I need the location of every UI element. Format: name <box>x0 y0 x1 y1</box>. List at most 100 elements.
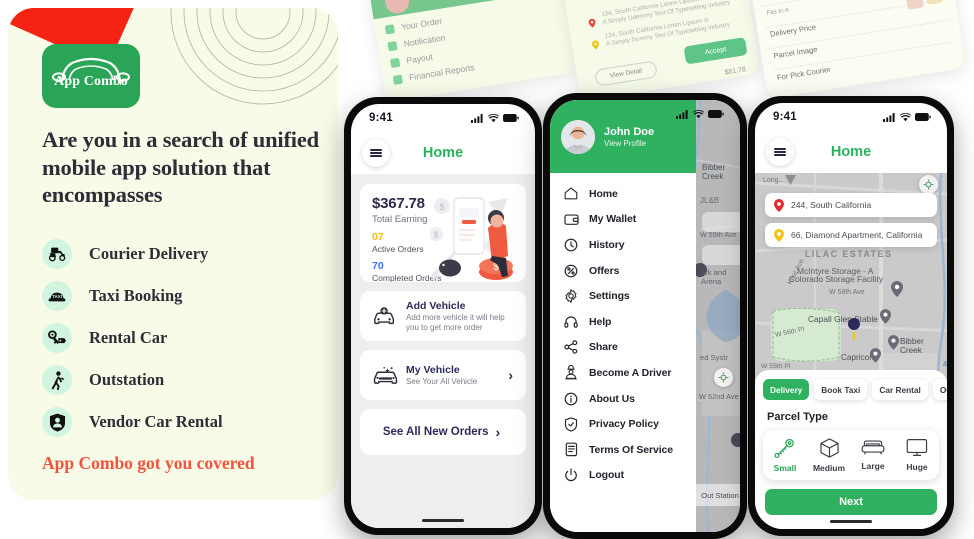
cellular-bars-icon <box>883 112 895 122</box>
menu-item-label: Terms Of Service <box>589 443 673 456</box>
menu-item-label: Share <box>589 341 618 354</box>
shield-check-icon <box>563 417 579 432</box>
poster-canvas: Your Order Notification Payout Financial… <box>0 0 974 539</box>
dropoff-address-field[interactable]: 66, Diamond Apartment, California <box>765 223 937 247</box>
wifi-icon <box>488 113 499 122</box>
share-nodes-icon <box>563 340 579 355</box>
add-vehicle-title: Add Vehicle <box>406 299 466 312</box>
taxi-sign-icon: TAXI <box>42 281 72 311</box>
menu-item-offers[interactable]: Offers <box>563 258 696 284</box>
chevron-right-icon: › <box>508 367 513 383</box>
next-button[interactable]: Next <box>765 489 937 515</box>
logo-text: App Combo <box>54 74 128 89</box>
earnings-card: $367.78 Total Earning 07 Active Orders 7… <box>360 184 526 282</box>
bg-accept-button: Accept <box>683 37 748 65</box>
battery-full-icon <box>503 114 519 122</box>
my-vehicle-title: My Vehicle <box>406 363 460 376</box>
see-all-new-orders-button[interactable]: See All New Orders › <box>360 409 526 455</box>
home-indicator <box>422 519 464 522</box>
wallet-icon <box>563 213 579 226</box>
menu-item-label: Home <box>589 187 618 200</box>
menu-item-my-wallet[interactable]: My Wallet <box>563 207 696 233</box>
my-vehicle-subtitle: See Your All Vehicle <box>406 376 478 386</box>
map-view[interactable]: Keat Ave Long.. LILAC ESTATES McIntyre S… <box>755 173 947 529</box>
svg-text:$: $ <box>434 231 439 240</box>
cellular-bars-icon <box>676 109 688 119</box>
menu-item-help[interactable]: Help <box>563 309 696 335</box>
bg-detail-screen: $81. Date 04/01/2024 Fits In A Delivery … <box>748 0 966 99</box>
map-pin-icon <box>880 309 891 324</box>
map-pin-icon <box>888 335 899 350</box>
bg-detail-label: Fits In A <box>766 6 790 17</box>
service-tabs: Delivery Book Taxi Car Rental Out Statio… <box>755 379 947 400</box>
feature-label: Outstation <box>89 370 165 389</box>
booking-bottom-sheet: Delivery Book Taxi Car Rental Out Statio… <box>755 370 947 529</box>
crosshair-icon[interactable] <box>919 175 938 194</box>
menu-item-label: Logout <box>589 469 624 482</box>
wifi-icon <box>693 109 704 118</box>
parcel-type-small[interactable]: Small <box>763 438 807 473</box>
bg-orders-screen: 124, South California Lorem Lipsum Is A … <box>561 0 761 102</box>
chevron-right-icon: › <box>495 424 501 440</box>
feature-label: Rental Car <box>89 328 168 347</box>
bg-menu-item: Notification <box>403 32 447 49</box>
menu-item-become-a-driver[interactable]: Become A Driver <box>563 360 696 386</box>
add-vehicle-card[interactable]: Add Vehicle Add more vehicle it will hel… <box>360 291 526 341</box>
battery-full-icon <box>915 113 931 121</box>
parcel-type-label: Medium <box>812 463 846 473</box>
shield-person-icon <box>42 407 72 437</box>
add-vehicle-subtitle: Add more vehicle it will help you to get… <box>406 312 505 332</box>
map-pin-icon <box>774 198 784 212</box>
menu-item-history[interactable]: History <box>563 232 696 258</box>
crosshair-icon[interactable] <box>714 368 733 387</box>
map-pin-icon <box>774 228 784 242</box>
scooter-delivery-icon <box>42 239 72 269</box>
parcel-type-medium[interactable]: Medium <box>807 438 851 473</box>
menu-item-privacy-policy[interactable]: Privacy Policy <box>563 411 696 437</box>
tab-car-rental[interactable]: Car Rental <box>872 379 928 400</box>
map-pin-icon <box>588 18 596 28</box>
pickup-address-field[interactable]: 244, South California <box>765 193 937 217</box>
app-logo: App Combo <box>42 44 140 108</box>
left-marketing-panel: App Combo Are you in a search of unified… <box>8 8 338 500</box>
gear-icon <box>563 289 579 304</box>
menu-item-label: Settings <box>589 290 630 303</box>
page-title: Home <box>422 145 464 161</box>
menu-item-about-us[interactable]: About Us <box>563 386 696 412</box>
bg-menu-item: Payout <box>405 51 434 66</box>
headset-icon <box>563 315 579 329</box>
my-vehicle-card[interactable]: My Vehicle See Your All Vehicle › <box>360 350 526 400</box>
parcel-type-selector: Small Medium Large Huge <box>763 430 939 480</box>
menu-item-terms-of-service[interactable]: Terms Of Service <box>563 437 696 463</box>
drawer-menu: Home My Wallet History Offers Settings H… <box>550 173 696 488</box>
key-tag-icon <box>42 323 72 353</box>
map-pin-icon <box>891 281 903 297</box>
home-icon <box>563 187 579 200</box>
svg-text:$: $ <box>439 202 444 212</box>
map-chip-out-station[interactable]: Out Station <box>692 484 740 506</box>
menu-item-label: History <box>589 238 625 251</box>
parcel-type-huge[interactable]: Huge <box>895 438 939 473</box>
menu-item-share[interactable]: Share <box>563 335 696 361</box>
tab-out-station[interactable]: Out Station <box>932 379 947 400</box>
phone-drawer-screen: JL&B ark and Arena ed Systr W 52nd Ave W… <box>543 93 747 539</box>
menu-item-logout[interactable]: Logout <box>563 463 696 489</box>
avatar <box>561 119 595 154</box>
status-bar: 9:41 <box>351 104 535 132</box>
page-title: Home <box>830 144 872 160</box>
tab-delivery[interactable]: Delivery <box>763 379 810 400</box>
menu-item-label: Help <box>589 315 612 328</box>
feature-item-courier-delivery: Courier Delivery <box>42 233 327 275</box>
menu-item-label: Offers <box>589 264 620 277</box>
status-bar <box>668 100 740 128</box>
tab-book-taxi[interactable]: Book Taxi <box>814 379 868 400</box>
menu-item-home[interactable]: Home <box>563 181 696 207</box>
bg-menu-item: Financial Reports <box>408 62 476 83</box>
menu-item-label: My Wallet <box>589 213 637 226</box>
feature-item-vendor-car-rental: Vendor Car Rental <box>42 401 327 443</box>
feature-label: Courier Delivery <box>89 244 209 263</box>
view-profile-link[interactable]: View Profile <box>604 139 654 148</box>
menu-item-settings[interactable]: Settings <box>563 283 696 309</box>
status-time: 9:41 <box>773 111 797 123</box>
parcel-type-large[interactable]: Large <box>851 438 895 473</box>
